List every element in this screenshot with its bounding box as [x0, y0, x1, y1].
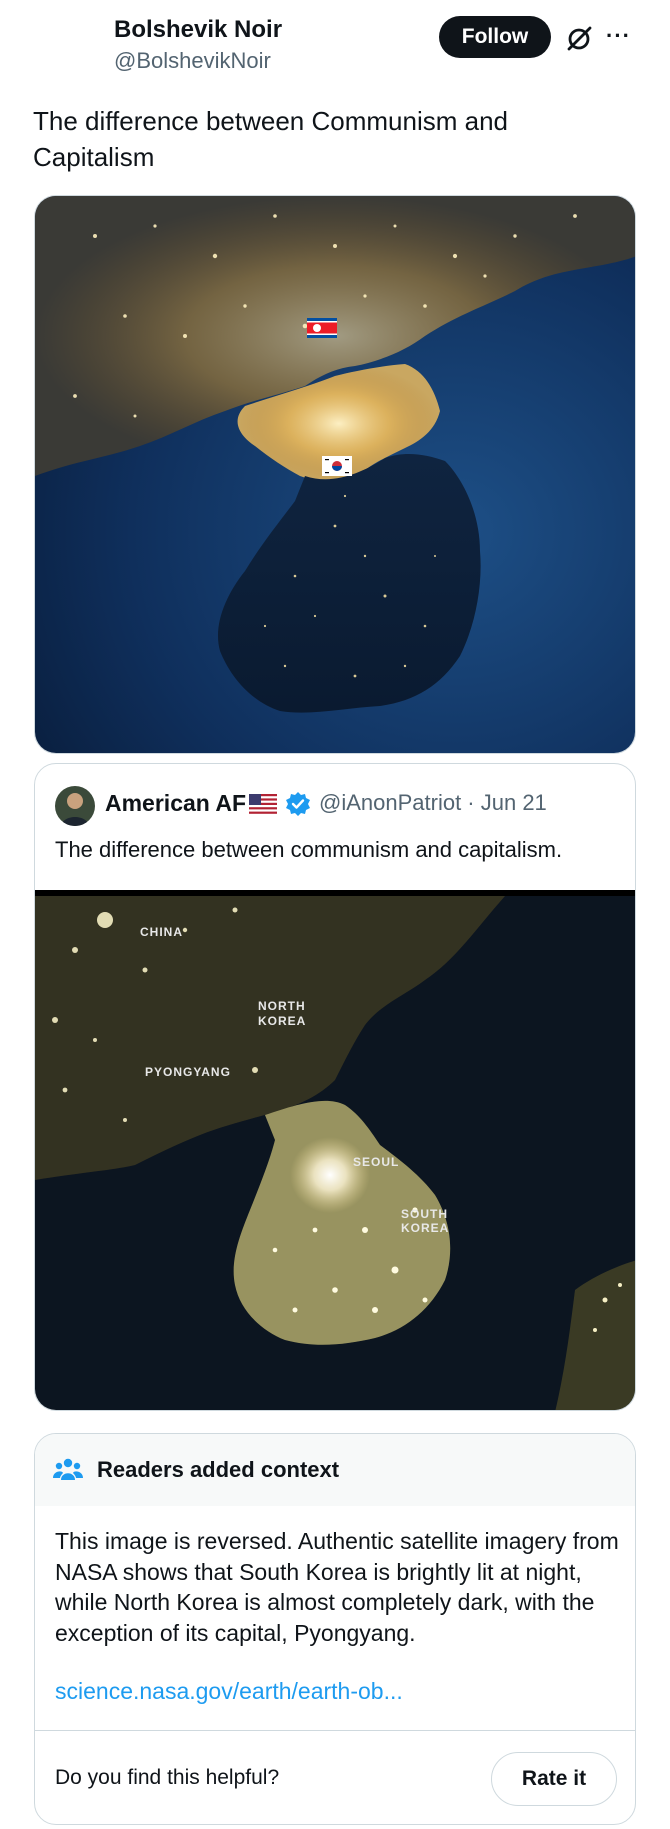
quote-text: The difference between communism and cap…: [55, 837, 563, 862]
helpful-question: Do you find this helpful?: [55, 1766, 280, 1789]
post-text: The difference between Communism and Cap…: [33, 106, 508, 172]
post-image[interactable]: [34, 195, 636, 754]
verified-badge-icon: [286, 792, 310, 816]
author-name[interactable]: Bolshevik Noir: [114, 16, 282, 44]
label-korea-south: KOREA: [401, 1221, 449, 1235]
more-icon[interactable]: ···: [606, 25, 634, 50]
quote-image[interactable]: CHINA NORTH KOREA PYONGYANG SEOUL SOUTH …: [35, 890, 635, 1410]
community-note-header: Readers added context: [35, 1434, 635, 1506]
avatar[interactable]: [55, 786, 95, 826]
label-korea-north: KOREA: [258, 1014, 306, 1028]
label-seoul: SEOUL: [353, 1155, 399, 1169]
label-pyongyang: PYONGYANG: [145, 1065, 231, 1079]
rate-it-button[interactable]: Rate it: [491, 1752, 617, 1806]
readers-context-icon: [53, 1458, 83, 1480]
label-north: NORTH: [258, 999, 306, 1013]
us-flag-icon: [249, 794, 277, 814]
community-note-body: This image is reversed. Authentic satell…: [55, 1528, 619, 1646]
community-note: Readers added context This image is reve…: [34, 1433, 636, 1825]
quoted-post[interactable]: American AF @iAnonPatriot · Jun 21 The d…: [34, 763, 636, 1411]
post-header: Bolshevik Noir @BolshevikNoir Follow ···: [0, 0, 670, 90]
quote-author-name[interactable]: American AF: [105, 790, 246, 817]
korea-night-satellite-map: CHINA NORTH KOREA PYONGYANG SEOUL SOUTH …: [35, 890, 635, 1410]
korea-night-map-flags: [35, 196, 635, 753]
label-south: SOUTH: [401, 1207, 448, 1221]
community-note-title: Readers added context: [97, 1457, 340, 1482]
community-note-link[interactable]: science.nasa.gov/earth/earth-ob...: [55, 1678, 403, 1705]
divider: [35, 1730, 635, 1731]
label-china: CHINA: [140, 925, 183, 939]
author-handle[interactable]: @BolshevikNoir: [114, 48, 271, 74]
quote-handle-date[interactable]: @iAnonPatriot · Jun 21: [319, 790, 547, 816]
follow-button[interactable]: Follow: [439, 16, 551, 58]
grok-icon[interactable]: [564, 24, 594, 54]
